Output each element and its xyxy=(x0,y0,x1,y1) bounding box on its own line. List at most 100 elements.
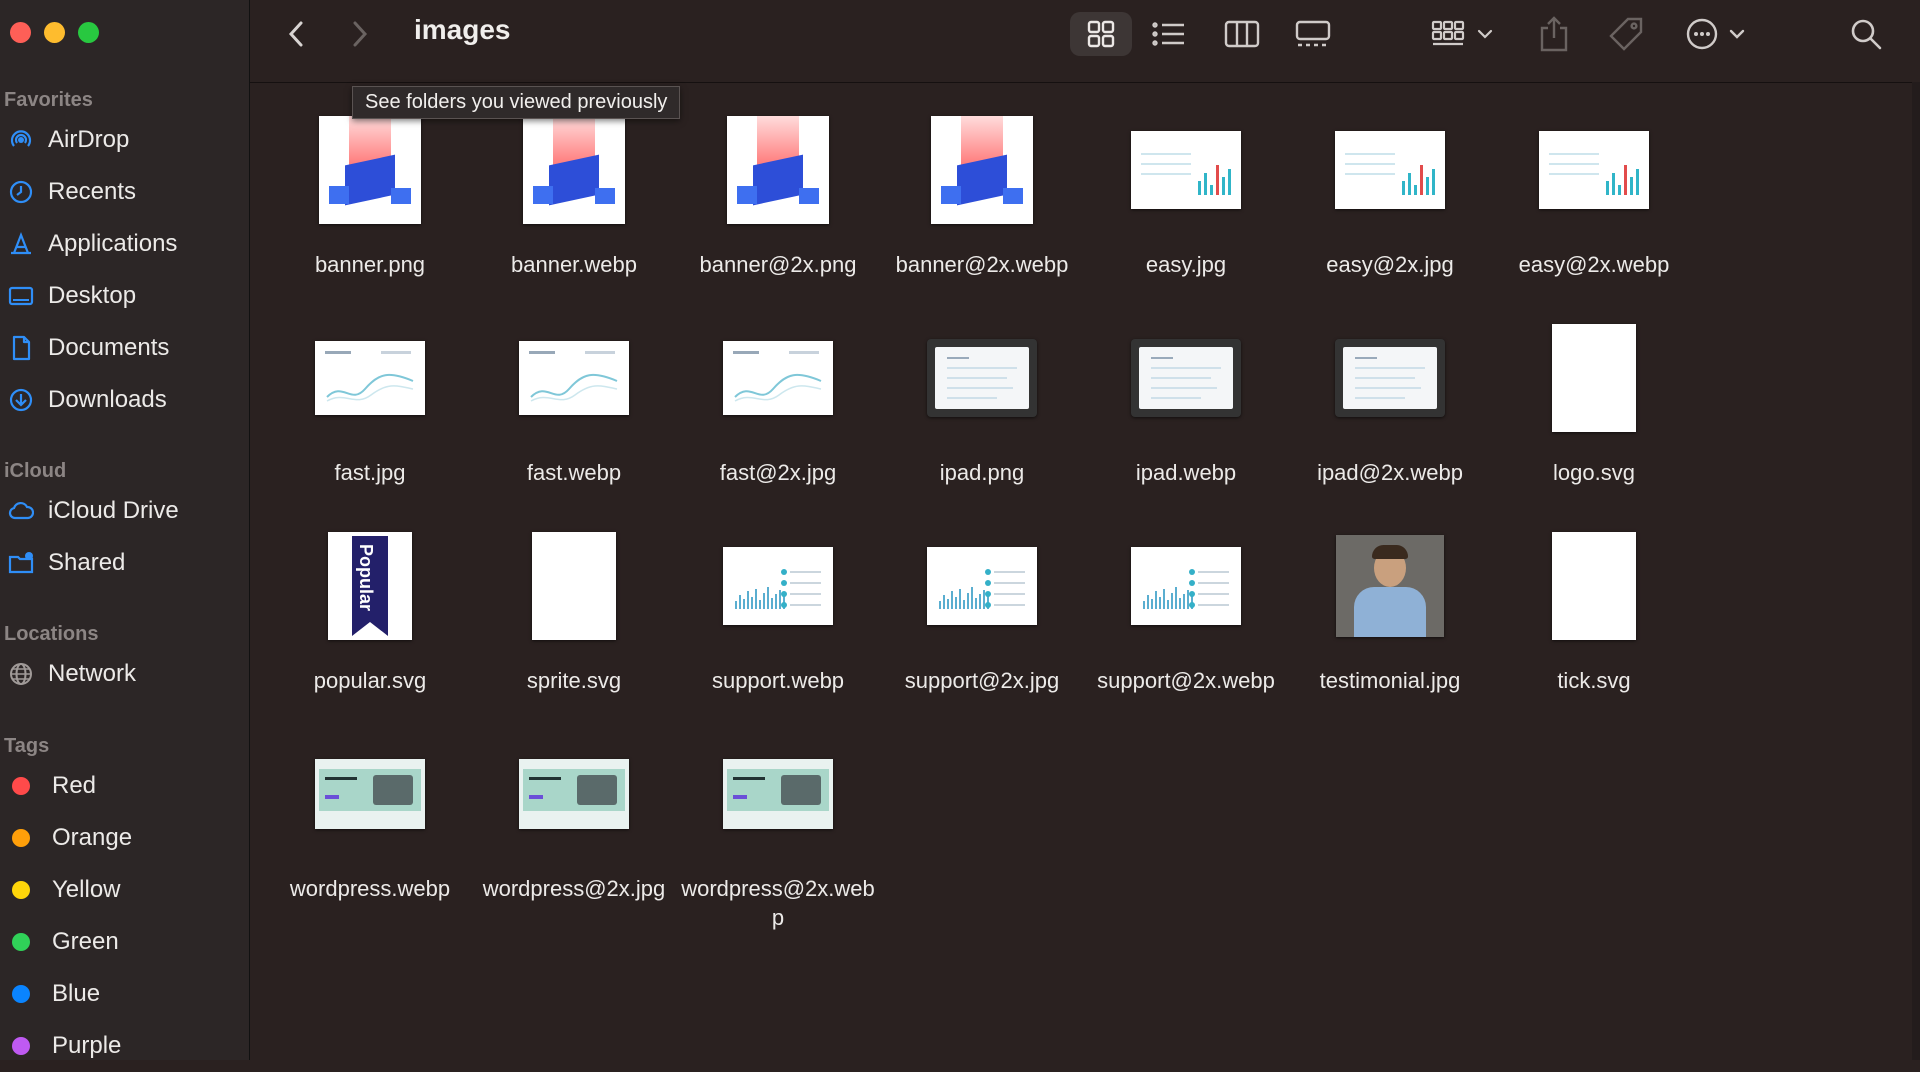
file-item[interactable]: testimonial.jpg xyxy=(1290,524,1490,695)
group-icon xyxy=(1431,20,1493,46)
file-thumbnail-wrapper xyxy=(1290,524,1490,648)
globe-icon xyxy=(8,661,34,687)
sidebar-item-label: Applications xyxy=(48,230,178,257)
sidebar-item-recents[interactable]: Recents xyxy=(0,166,249,218)
sidebar-item-tag-green[interactable]: Green xyxy=(0,916,249,968)
tag-icon xyxy=(1609,17,1643,51)
sidebar-item-documents[interactable]: Documents xyxy=(0,322,249,374)
sidebar-item-downloads[interactable]: Downloads xyxy=(0,374,249,426)
file-item[interactable]: banner.png xyxy=(270,108,470,279)
sidebar-item-tag-yellow[interactable]: Yellow xyxy=(0,864,249,916)
file-thumbnail xyxy=(1335,131,1445,209)
file-item[interactable]: banner.webp xyxy=(474,108,674,279)
column-view-button[interactable] xyxy=(1215,12,1269,56)
sidebar-item-tag-purple[interactable]: Purple xyxy=(0,1020,249,1072)
sidebar-item-tag-red[interactable]: Red xyxy=(0,760,249,812)
file-thumbnail-wrapper xyxy=(270,316,470,440)
group-by-button[interactable] xyxy=(1430,12,1500,56)
action-menu-button[interactable] xyxy=(1684,12,1754,56)
sidebar-item-network[interactable]: Network xyxy=(0,648,249,700)
locations-heading: Locations xyxy=(4,623,99,645)
file-item[interactable]: support@2x.webp xyxy=(1086,524,1286,695)
file-thumbnail-wrapper xyxy=(882,524,1082,648)
file-item[interactable]: wordpress.webp xyxy=(270,732,470,903)
sidebar-item-label: Documents xyxy=(48,334,170,361)
favorites-section: Favorites AirDrop Recents Applications D… xyxy=(0,86,249,426)
file-item[interactable]: support.webp xyxy=(678,524,878,695)
file-item[interactable]: Popular popular.svg xyxy=(270,524,470,695)
sidebar-item-label: Blue xyxy=(52,980,101,1007)
zoom-window-button[interactable] xyxy=(78,22,99,43)
file-item[interactable]: support@2x.jpg xyxy=(882,524,1082,695)
file-thumbnail xyxy=(931,116,1033,224)
gallery-view-button[interactable] xyxy=(1286,12,1340,56)
close-window-button[interactable] xyxy=(10,22,31,43)
file-item[interactable]: sprite.svg xyxy=(474,524,674,695)
file-grid: banner.png banner.webp banner@2x.png banner… xyxy=(250,82,1920,1060)
file-thumbnail xyxy=(1131,339,1241,417)
file-item[interactable]: easy.jpg xyxy=(1086,108,1286,279)
chevron-left-icon xyxy=(288,21,303,47)
file-thumbnail xyxy=(927,547,1037,625)
document-icon xyxy=(8,335,34,361)
file-item[interactable]: ipad@2x.webp xyxy=(1290,316,1490,487)
window-controls xyxy=(10,22,99,43)
desktop-icon xyxy=(8,283,34,309)
sidebar-item-label: Recents xyxy=(48,178,137,205)
file-thumbnail xyxy=(1131,131,1241,209)
file-name: ipad.png xyxy=(939,460,1025,485)
file-item[interactable]: logo.svg xyxy=(1494,316,1694,487)
file-item[interactable]: easy@2x.jpg xyxy=(1290,108,1490,279)
file-item[interactable]: easy@2x.webp xyxy=(1494,108,1694,279)
tag-color-dot xyxy=(12,933,30,951)
share-button[interactable] xyxy=(1532,12,1576,56)
icon-view-button[interactable] xyxy=(1070,12,1132,56)
file-thumbnail-wrapper xyxy=(474,316,674,440)
file-item[interactable]: ipad.webp xyxy=(1086,316,1286,487)
icloud-heading: iCloud xyxy=(4,460,67,482)
minimize-window-button[interactable] xyxy=(44,22,65,43)
sidebar-item-label: Red xyxy=(52,772,97,799)
file-thumbnail-wrapper xyxy=(678,316,878,440)
file-thumbnail xyxy=(315,759,425,829)
icloud-section: iCloud iCloud Drive Shared xyxy=(0,457,249,589)
list-view-button[interactable] xyxy=(1142,12,1196,56)
file-thumbnail: Popular xyxy=(328,532,412,640)
sidebar-item-desktop[interactable]: Desktop xyxy=(0,270,249,322)
file-thumbnail xyxy=(315,341,425,415)
file-name: logo.svg xyxy=(1553,460,1635,485)
scrollbar-track[interactable] xyxy=(1912,82,1920,1060)
file-item[interactable]: wordpress@2x.jpg xyxy=(474,732,674,903)
file-thumbnail xyxy=(727,116,829,224)
sidebar-item-applications[interactable]: Applications xyxy=(0,218,249,270)
file-thumbnail xyxy=(723,547,833,625)
file-name: banner.png xyxy=(314,252,426,277)
sidebar-item-airdrop[interactable]: AirDrop xyxy=(0,114,249,166)
sidebar-item-tag-orange[interactable]: Orange xyxy=(0,812,249,864)
file-thumbnail xyxy=(927,339,1037,417)
file-item[interactable]: fast@2x.jpg xyxy=(678,316,878,487)
tag-button[interactable] xyxy=(1604,12,1648,56)
forward-button[interactable] xyxy=(340,12,380,56)
file-item[interactable]: banner@2x.png xyxy=(678,108,878,279)
file-name: testimonial.jpg xyxy=(1319,668,1461,693)
file-item[interactable]: wordpress@2x.webp xyxy=(678,732,878,932)
window-title: images xyxy=(414,14,511,45)
sidebar-item-label: Desktop xyxy=(48,282,137,309)
sidebar-item-icloud-drive[interactable]: iCloud Drive xyxy=(0,485,249,537)
file-name: fast@2x.jpg xyxy=(719,460,837,485)
sidebar-item-shared[interactable]: Shared xyxy=(0,537,249,589)
file-name: easy.jpg xyxy=(1145,252,1227,277)
file-item[interactable]: fast.jpg xyxy=(270,316,470,487)
file-item[interactable]: fast.webp xyxy=(474,316,674,487)
sidebar-item-tag-blue[interactable]: Blue xyxy=(0,968,249,1020)
file-thumbnail xyxy=(1131,547,1241,625)
file-item[interactable]: ipad.png xyxy=(882,316,1082,487)
back-button[interactable] xyxy=(276,12,316,56)
file-item[interactable]: banner@2x.webp xyxy=(882,108,1082,279)
file-item[interactable]: tick.svg xyxy=(1494,524,1694,695)
search-button[interactable] xyxy=(1844,12,1888,56)
file-thumbnail-wrapper xyxy=(270,108,470,232)
file-thumbnail-wrapper xyxy=(1290,108,1490,232)
file-name: support.webp xyxy=(711,668,845,693)
